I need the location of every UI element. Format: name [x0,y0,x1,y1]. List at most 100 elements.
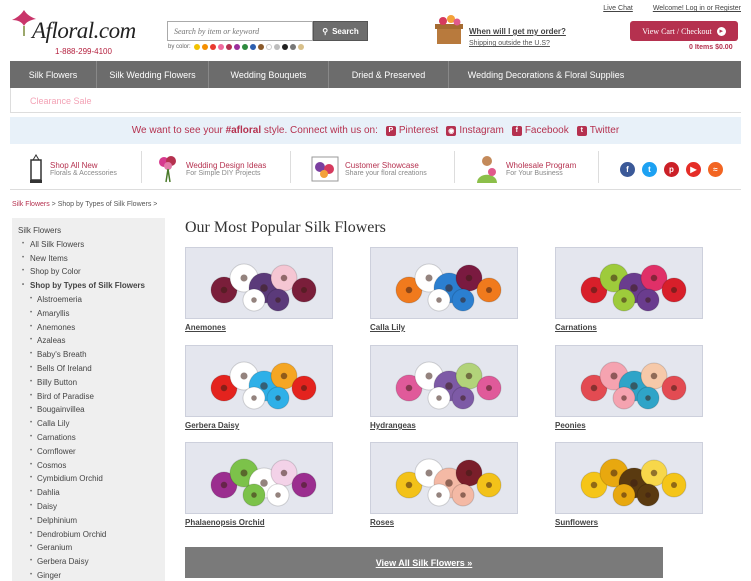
product-image[interactable] [370,247,518,319]
sidebar-type-item[interactable]: Dahlia [12,486,165,500]
nav-silk-wedding-flowers[interactable]: Silk Wedding Flowers [97,61,209,88]
live-chat-link[interactable]: Live Chat [603,5,633,12]
color-swatch[interactable] [201,44,208,50]
showcase-photo-icon [311,156,339,182]
product-image[interactable] [185,247,333,319]
sidebar-type-item[interactable]: Anemones [12,321,165,335]
sidebar-type-item[interactable]: Ginger [12,569,165,581]
product-image[interactable] [555,247,703,319]
sidebar-item-new-items[interactable]: New Items [12,252,165,266]
sidebar-type-item[interactable]: Delphinium [12,514,165,528]
search-input[interactable] [168,22,312,40]
sidebar-type-item[interactable]: Carnations [12,431,165,445]
product-card[interactable]: Sunflowers [555,442,703,527]
order-timing-link[interactable]: When will I get my order? [469,27,566,36]
sidebar-item-all-silk-flowers[interactable]: All Silk Flowers [12,238,165,252]
color-swatch[interactable] [217,44,224,50]
sidebar-type-item[interactable]: Geranium [12,541,165,555]
sidebar-type-item[interactable]: Daisy [12,500,165,514]
product-image[interactable] [185,345,333,417]
facebook-icon[interactable]: f [620,161,635,177]
by-color-label: by color: [168,44,191,50]
color-swatch[interactable] [209,44,216,50]
product-name-link[interactable]: Calla Lily [370,323,518,332]
instagram-link[interactable]: ◉ Instagram [446,125,504,136]
clearance-sale-link[interactable]: Clearance Sale [30,96,92,106]
sidebar-type-item[interactable]: Billy Button [12,376,165,390]
color-swatch[interactable] [257,44,264,50]
view-cart-button[interactable]: View Cart / Checkout ▸ [630,21,738,41]
sidebar-type-item[interactable]: Cymbidium Orchid [12,472,165,486]
product-name-link[interactable]: Peonies [555,421,703,430]
product-name-link[interactable]: Carnations [555,323,703,332]
color-swatch[interactable] [193,44,200,50]
pinterest-link[interactable]: P Pinterest [385,125,438,136]
sidebar-type-item[interactable]: Bells Of Ireland [12,362,165,376]
product-card[interactable]: Phalaenopsis Orchid [185,442,333,527]
product-image[interactable] [370,345,518,417]
product-name-link[interactable]: Gerbera Daisy [185,421,333,430]
sidebar-type-item[interactable]: Bougainvillea [12,403,165,417]
product-image[interactable] [370,442,518,514]
product-image[interactable] [555,442,703,514]
sidebar-item-silk-flowers[interactable]: Silk Flowers [12,224,165,238]
promo-customer-showcase[interactable]: Customer Showcase Share your floral creat… [311,151,427,187]
color-swatch[interactable] [241,44,248,50]
product-name-link[interactable]: Phalaenopsis Orchid [185,518,333,527]
sidebar-item-shop-by-color[interactable]: Shop by Color [12,265,165,279]
nav-silk-flowers[interactable]: Silk Flowers [10,61,97,88]
product-name-link[interactable]: Hydrangeas [370,421,518,430]
breadcrumb-rest[interactable]: > Shop by Types of Silk Flowers > [50,201,158,208]
sidebar-type-item[interactable]: Azaleas [12,334,165,348]
product-card[interactable]: Calla Lily [370,247,518,332]
sidebar-item-shop-by-types[interactable]: Shop by Types of Silk Flowers [12,279,165,293]
color-swatch[interactable] [273,44,280,50]
product-card[interactable]: Hydrangeas [370,345,518,430]
product-name-link[interactable]: Anemones [185,323,333,332]
color-swatch[interactable] [233,44,240,50]
product-card[interactable]: Anemones [185,247,333,332]
pinterest-icon[interactable]: p [664,161,679,177]
color-swatch[interactable] [249,44,256,50]
sidebar-type-item[interactable]: Bird of Paradise [12,390,165,404]
sidebar-type-item[interactable]: Baby's Breath [12,348,165,362]
product-card[interactable]: Gerbera Daisy [185,345,333,430]
product-card[interactable]: Roses [370,442,518,527]
product-name-link[interactable]: Sunflowers [555,518,703,527]
sidebar-type-item[interactable]: Dendrobium Orchid [12,528,165,542]
search-field[interactable] [167,21,313,41]
sidebar-type-item[interactable]: Gerbera Daisy [12,555,165,569]
welcome-login-link[interactable]: Welcome! Log in or Register [653,5,741,12]
search-button[interactable]: ⚲ Search [313,21,368,41]
youtube-icon[interactable]: ▶ [686,161,701,177]
product-name-link[interactable]: Roses [370,518,518,527]
product-image[interactable] [185,442,333,514]
color-swatch[interactable] [297,44,304,50]
product-card[interactable]: Carnations [555,247,703,332]
shipping-outside-link[interactable]: Shipping outside the U.S? [469,40,550,47]
twitter-icon[interactable]: t [642,161,657,177]
promo-shop-all-new[interactable]: Shop All New Florals & Accessories [28,151,117,187]
site-logo[interactable]: Afloral.com 1-888-299-4100 [10,6,155,56]
sidebar-type-item[interactable]: Cornflower [12,445,165,459]
sidebar-type-item[interactable]: Amaryllis [12,307,165,321]
color-swatch[interactable] [265,44,272,50]
color-swatch[interactable] [225,44,232,50]
color-swatch[interactable] [289,44,296,50]
product-card[interactable]: Peonies [555,345,703,430]
color-swatch[interactable] [281,44,288,50]
breadcrumb-silk-flowers[interactable]: Silk Flowers [12,201,50,208]
product-image[interactable] [555,345,703,417]
sidebar-type-item[interactable]: Alstroemeria [12,293,165,307]
facebook-link[interactable]: f Facebook [511,125,569,136]
sidebar-type-item[interactable]: Cosmos [12,459,165,473]
nav-wedding-bouquets[interactable]: Wedding Bouquets [209,61,329,88]
nav-wedding-decorations[interactable]: Wedding Decorations & Floral Supplies [449,61,643,88]
view-all-button[interactable]: View All Silk Flowers » [185,547,663,578]
twitter-link[interactable]: t Twitter [576,125,619,136]
promo-wholesale-program[interactable]: Wholesale Program For Your Business [474,151,576,187]
nav-dried-preserved[interactable]: Dried & Preserved [329,61,449,88]
rss-icon[interactable]: ≈ [708,161,723,177]
promo-wedding-design-ideas[interactable]: Wedding Design Ideas For Simple DIY Proje… [156,151,266,187]
sidebar-type-item[interactable]: Calla Lily [12,417,165,431]
